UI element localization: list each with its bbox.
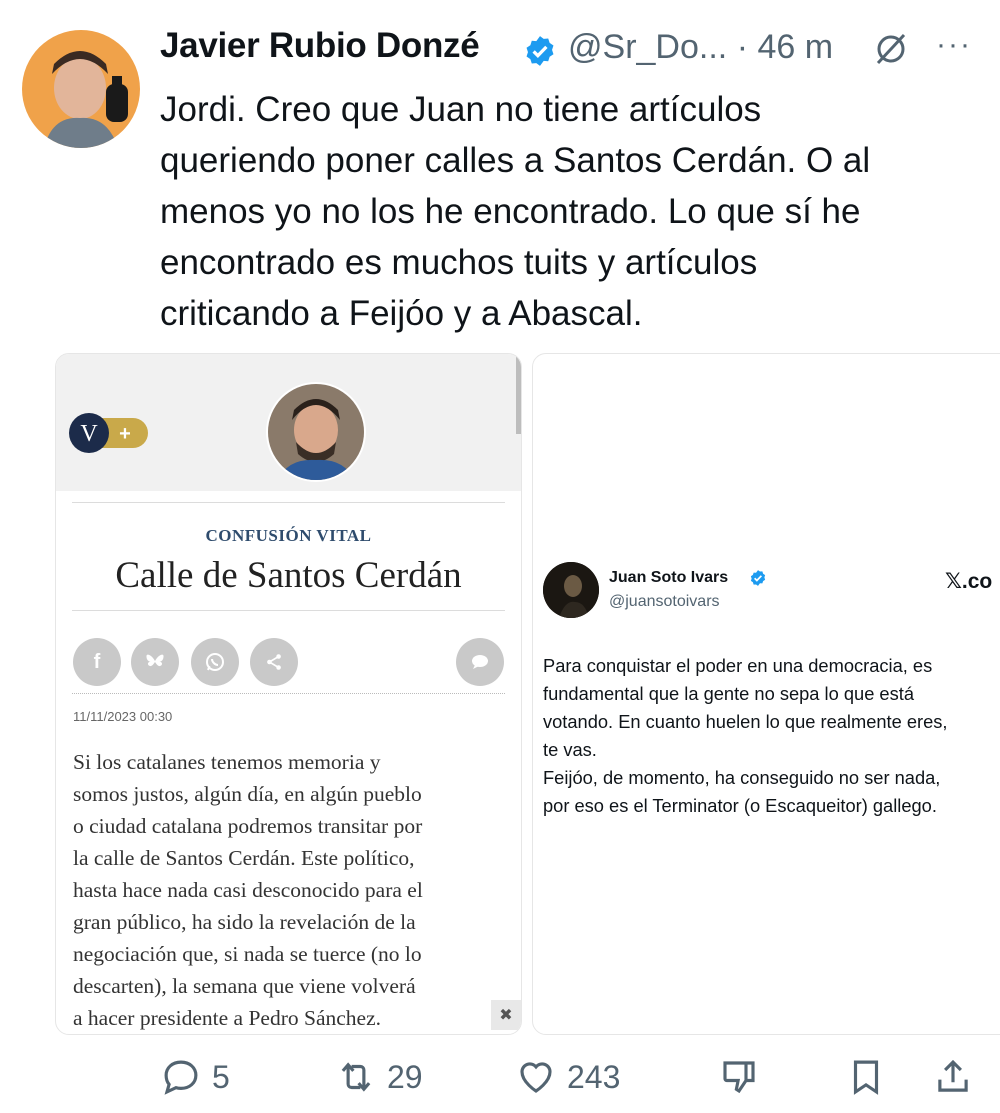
- article-screenshot-image[interactable]: V + CONFUSIÓN VITAL Calle de Santos Cerd…: [55, 353, 522, 1035]
- author-avatar[interactable]: [22, 30, 140, 148]
- author-handle[interactable]: @Sr_Do...: [568, 28, 727, 66]
- article-body-line: gran público, ha sido la revelación de l…: [73, 910, 416, 934]
- heart-icon: [520, 1062, 552, 1093]
- article-body-line: o ciudad catalana podremos transitar por: [73, 814, 423, 838]
- retweet-count: 29: [387, 1058, 423, 1095]
- article-body-line: hasta hace nada casi desconocido para el: [73, 878, 423, 902]
- columnist-avatar: [266, 382, 366, 482]
- embedded-tweet-image[interactable]: Juan Soto Ivars @juansotoivars 𝕏.co Para…: [532, 353, 1000, 1035]
- divider: [72, 693, 505, 694]
- embedded-text-line: Para conquistar el poder en una democrac…: [543, 655, 933, 676]
- verified-badge-icon: [523, 34, 557, 68]
- article-kicker: CONFUSIÓN VITAL: [205, 526, 372, 545]
- reply-button[interactable]: 5: [160, 1055, 230, 1099]
- article-date: 11/11/2023 00:30: [73, 709, 173, 724]
- retweet-icon: [341, 1062, 371, 1092]
- share-icon: [250, 638, 298, 686]
- scrollbar: [516, 354, 521, 434]
- thumbs-down-icon: [723, 1061, 755, 1094]
- like-button[interactable]: 243: [515, 1055, 620, 1099]
- handle-and-time: @Sr_Do... · 46 m: [568, 28, 833, 67]
- reply-count: 5: [212, 1058, 230, 1095]
- article-headline: Calle de Santos Cerdán: [115, 555, 462, 596]
- embedded-author-avatar: [543, 562, 599, 618]
- tweet-text: Jordi. Creo que Juan no tiene artículos …: [160, 84, 990, 339]
- site-logo-icon: V +: [68, 412, 150, 454]
- separator-dot: ·: [736, 28, 749, 66]
- article-body-line: negociación que, si nada se tuerce (no l…: [73, 942, 422, 966]
- tweet-text-line: menos yo no los he encontrado. Lo que sí…: [160, 192, 861, 231]
- tweet-text-line: criticando a Feijóo y a Abascal.: [160, 294, 643, 333]
- tweet-text-line: Jordi. Creo que Juan no tiene artículos: [160, 90, 762, 129]
- close-icon: ✖: [491, 1000, 521, 1030]
- divider: [72, 502, 505, 503]
- article-body-line: somos justos, algún día, en algún pueblo: [73, 782, 422, 806]
- more-options-icon[interactable]: ···: [936, 28, 972, 62]
- share-button[interactable]: [932, 1055, 984, 1099]
- bookmark-button[interactable]: [845, 1055, 897, 1099]
- x-logo-source: 𝕏.co: [945, 570, 993, 593]
- divider: [72, 610, 505, 611]
- share-upload-icon: [938, 1059, 968, 1092]
- tweet-text-line: queriendo poner calles a Santos Cerdán. …: [160, 141, 871, 180]
- bookmark-icon: [853, 1060, 879, 1095]
- article-body-line: Si los catalanes tenemos memoria y: [73, 750, 381, 774]
- embedded-text-line: fundamental que la gente no sepa lo que …: [543, 683, 914, 704]
- embedded-text-line: por eso es el Terminator (o Escaqueitor)…: [543, 795, 937, 816]
- embedded-author-name: Juan Soto Ivars: [609, 569, 729, 586]
- comment-icon: [456, 638, 504, 686]
- embedded-author-handle: @juansotoivars: [609, 593, 720, 610]
- bluesky-icon: [131, 638, 179, 686]
- tweet-time[interactable]: 46 m: [757, 28, 833, 66]
- article-body: Si los catalanes tenemos memoria y somos…: [73, 746, 513, 1034]
- facebook-glyph: f: [93, 650, 101, 673]
- embedded-text-line: te vas.: [543, 739, 597, 760]
- reply-icon: [164, 1060, 198, 1095]
- logo-plus: +: [119, 423, 131, 445]
- article-body-line: descarten), la semana que viene volverá: [73, 974, 416, 998]
- facebook-icon: f: [73, 638, 121, 686]
- retweet-button[interactable]: 29: [335, 1055, 423, 1099]
- whatsapp-icon: [191, 638, 239, 686]
- embedded-text-line: votando. En cuanto huelen lo que realmen…: [543, 711, 948, 732]
- author-name[interactable]: Javier Rubio Donzé: [160, 26, 480, 66]
- tweet-text-line: encontrado es muchos tuits y artículos: [160, 243, 758, 282]
- logo-letter: V: [80, 421, 98, 447]
- embedded-tweet-text: Para conquistar el poder en una democrac…: [543, 652, 1000, 820]
- article-body-line: la calle de Santos Cerdán. Este político…: [73, 846, 415, 870]
- embedded-text-line: Feijóo, de momento, ha conseguido no ser…: [543, 767, 941, 788]
- grok-icon[interactable]: [872, 30, 910, 68]
- downvote-button[interactable]: [718, 1055, 770, 1099]
- like-count: 243: [567, 1058, 621, 1095]
- article-body-line: a hacer presidente a Pedro Sánchez.: [73, 1006, 382, 1030]
- verified-badge-icon: [749, 569, 767, 587]
